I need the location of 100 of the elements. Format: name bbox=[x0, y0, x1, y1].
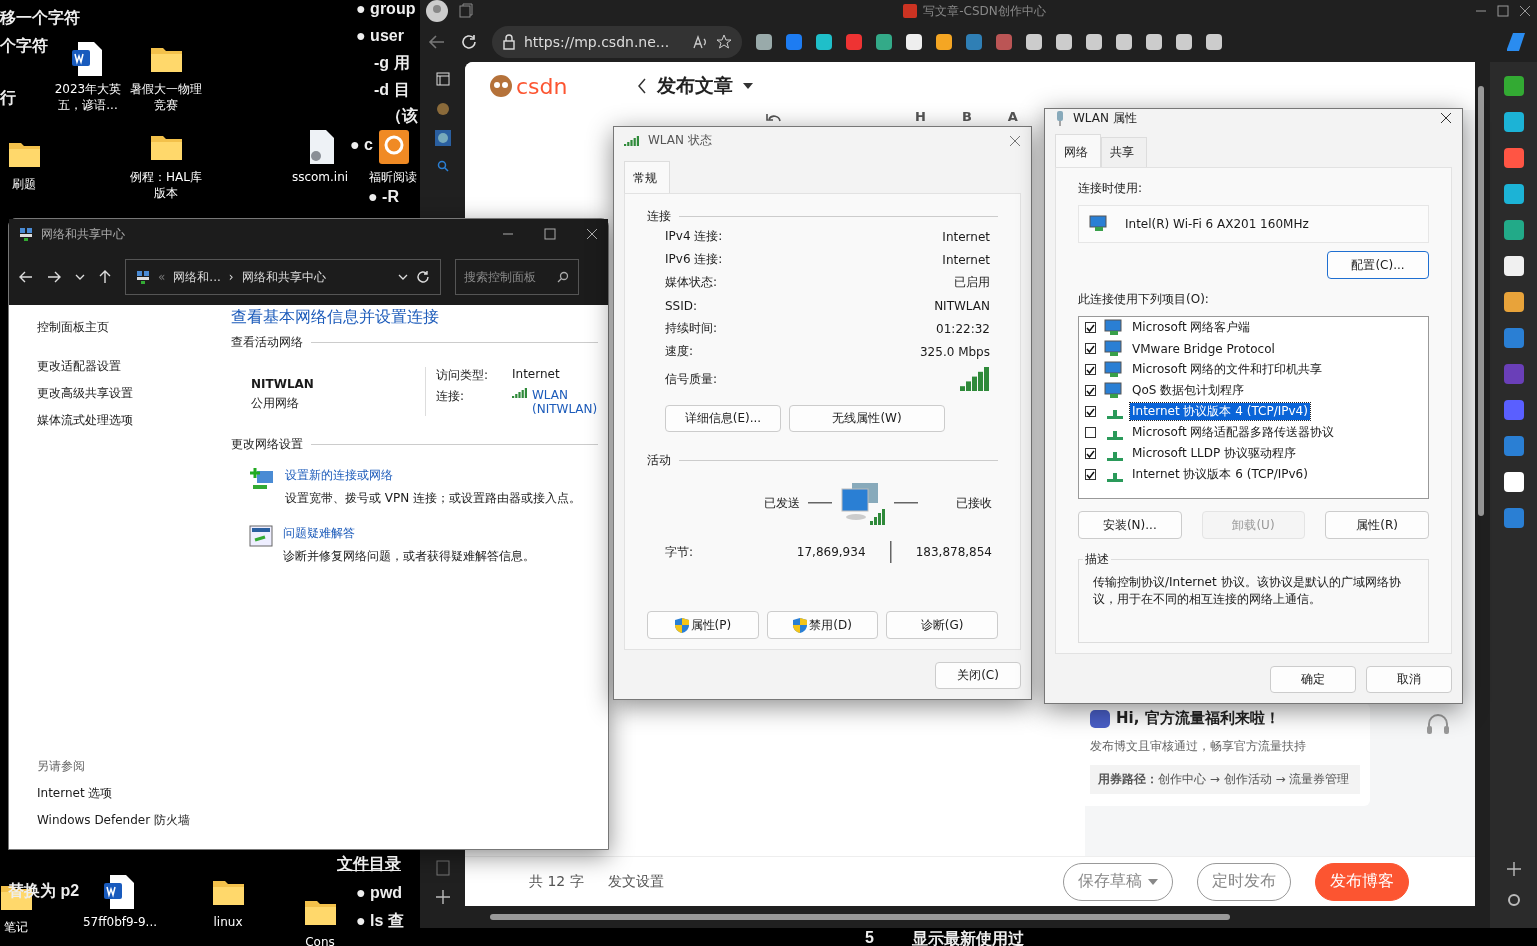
tab[interactable]: 常规 bbox=[624, 161, 670, 193]
headset-icon[interactable] bbox=[1426, 713, 1450, 735]
configure-button[interactable]: 配置(C)... bbox=[1327, 251, 1429, 279]
app-icon[interactable] bbox=[1503, 256, 1524, 276]
list-item[interactable]: Microsoft 网络适配器多路传送器协议 bbox=[1130, 424, 1337, 441]
toolbar-letter[interactable]: A bbox=[1007, 110, 1018, 124]
close-icon[interactable] bbox=[1519, 5, 1531, 17]
refresh-icon[interactable] bbox=[416, 270, 430, 284]
extension-icon[interactable] bbox=[786, 34, 802, 50]
dialog-button[interactable]: 诊断(G) bbox=[886, 611, 998, 639]
icon-label[interactable]: 57ff0bf9-9... bbox=[82, 914, 158, 931]
add-icon[interactable] bbox=[435, 890, 450, 904]
sidebar-panel-icon[interactable] bbox=[435, 72, 450, 86]
app-icon[interactable] bbox=[1503, 112, 1524, 132]
icon-label[interactable]: linux bbox=[213, 914, 243, 931]
extension-icon[interactable] bbox=[846, 34, 862, 50]
tab[interactable]: 网络 bbox=[1055, 134, 1101, 167]
forward-icon[interactable] bbox=[47, 271, 61, 283]
components-list[interactable]: Microsoft 网络客户端 VMware Bridge Protocol Microsoft 网络的文件和打印机共享 QoS 数据包计划程序 Internet 协议版本 4 (TCP/IPv4) Microsoft 网络适配器多路传送器协议 Microsoft LLDP 协议驱动程序 Internet 协议版本 6 (TCP/IPv6) bbox=[1078, 316, 1429, 499]
close-icon[interactable] bbox=[586, 228, 598, 240]
breadcrumb-item[interactable]: 网络和... bbox=[173, 268, 221, 286]
icon-label[interactable]: sscom.ini bbox=[291, 169, 349, 186]
checkbox[interactable] bbox=[1085, 364, 1096, 375]
extension-icon[interactable] bbox=[906, 34, 922, 50]
read-aloud-icon[interactable] bbox=[692, 34, 708, 50]
app-icon[interactable] bbox=[1503, 184, 1524, 204]
dialog-button[interactable]: 无线属性(W) bbox=[789, 405, 945, 432]
toolbar-letter[interactable]: H bbox=[915, 110, 926, 124]
checkbox[interactable] bbox=[1085, 322, 1096, 333]
checkbox[interactable] bbox=[1085, 469, 1096, 480]
back-chevron-icon[interactable] bbox=[637, 78, 648, 94]
address-bar[interactable]: https://mp.csdn.ne... bbox=[492, 26, 742, 58]
list-item[interactable]: Microsoft 网络的文件和打印机共享 bbox=[1130, 361, 1325, 378]
refresh-icon[interactable] bbox=[460, 33, 478, 51]
list-item[interactable]: Microsoft LLDP 协议驱动程序 bbox=[1130, 445, 1299, 462]
footer-button[interactable]: 定时发布 bbox=[1197, 862, 1291, 901]
sidebar-link[interactable]: 控制面板主页 bbox=[37, 319, 231, 336]
dialog-button[interactable]: 禁用(D) bbox=[766, 611, 879, 639]
list-item[interactable]: VMware Bridge Protocol bbox=[1130, 341, 1277, 356]
close-button[interactable]: 关闭(C) bbox=[935, 662, 1021, 689]
chevron-down-icon[interactable] bbox=[398, 274, 408, 280]
toolbar-letter[interactable]: B bbox=[961, 110, 972, 124]
extension-icon[interactable] bbox=[936, 34, 952, 50]
extension-icon[interactable] bbox=[1086, 34, 1102, 50]
checkbox[interactable] bbox=[1085, 448, 1096, 459]
dialog-button[interactable]: 详细信息(E)... bbox=[665, 405, 781, 432]
extension-icon[interactable] bbox=[816, 34, 832, 50]
icon-label[interactable]: 笔记 bbox=[4, 919, 28, 936]
sidebar-link[interactable]: Internet 选项 bbox=[37, 785, 231, 802]
extension-icon[interactable] bbox=[966, 34, 982, 50]
connection-link[interactable]: WLAN (NITWLAN) bbox=[532, 388, 598, 416]
dialog-button[interactable]: 属性(R) bbox=[1325, 511, 1429, 539]
checkbox[interactable] bbox=[1085, 406, 1096, 417]
icon-label[interactable]: 例程：HAL库版本 bbox=[128, 169, 204, 202]
list-item[interactable]: Internet 协议版本 4 (TCP/IPv4) bbox=[1130, 403, 1310, 420]
icon-label[interactable]: 暑假大一物理竞赛 bbox=[128, 81, 204, 114]
profile-icon[interactable] bbox=[426, 0, 448, 22]
dialog-button[interactable]: 安装(N)... bbox=[1078, 511, 1182, 539]
icon-label[interactable]: 2023年大英五，谚语... bbox=[50, 81, 126, 114]
checkbox[interactable] bbox=[1085, 343, 1096, 354]
maximize-icon[interactable] bbox=[1497, 5, 1509, 17]
extension-icon[interactable] bbox=[1206, 34, 1222, 50]
settings-icon[interactable] bbox=[1505, 892, 1522, 908]
extension-icon[interactable] bbox=[1026, 34, 1042, 50]
task-link[interactable]: 问题疑难解答 bbox=[283, 525, 535, 542]
chat-icon[interactable] bbox=[434, 130, 451, 146]
icon-label[interactable]: 福昕阅读 bbox=[369, 169, 417, 186]
extension-icon[interactable] bbox=[1056, 34, 1072, 50]
list-item[interactable]: Microsoft 网络客户端 bbox=[1130, 319, 1253, 336]
maximize-icon[interactable] bbox=[544, 228, 556, 240]
list-item[interactable]: QoS 数据包计划程序 bbox=[1130, 382, 1247, 399]
extension-icon[interactable] bbox=[1146, 34, 1162, 50]
close-icon[interactable] bbox=[1440, 112, 1452, 124]
extension-icon[interactable] bbox=[1116, 34, 1132, 50]
cancel-button[interactable]: 取消 bbox=[1366, 666, 1452, 693]
address-bar[interactable]: « 网络和... › 网络和共享中心 bbox=[125, 259, 441, 295]
app-icon[interactable] bbox=[1503, 292, 1524, 312]
search-field[interactable]: 搜索控制面板 bbox=[455, 259, 579, 295]
up-arrow-icon[interactable] bbox=[99, 270, 111, 284]
back-icon[interactable] bbox=[19, 271, 33, 283]
sidebar-link[interactable]: 媒体流式处理选项 bbox=[37, 412, 231, 429]
sidebar-link[interactable]: 更改高级共享设置 bbox=[37, 385, 231, 402]
add-icon[interactable] bbox=[1506, 862, 1521, 876]
tab[interactable]: 共享 bbox=[1101, 137, 1147, 167]
list-item[interactable]: Internet 协议版本 6 (TCP/IPv6) bbox=[1130, 466, 1310, 483]
footer-button[interactable]: 保存草稿 bbox=[1063, 862, 1173, 901]
checkbox[interactable] bbox=[1085, 427, 1096, 438]
ok-button[interactable]: 确定 bbox=[1270, 666, 1356, 693]
sidebar-link[interactable]: Windows Defender 防火墙 bbox=[37, 812, 231, 829]
acorn-icon[interactable] bbox=[434, 100, 451, 116]
extension-icon[interactable] bbox=[996, 34, 1012, 50]
tabs-icon[interactable] bbox=[458, 3, 474, 19]
checkbox[interactable] bbox=[1085, 385, 1096, 396]
dialog-button[interactable]: 属性(P) bbox=[647, 611, 759, 639]
chevron-down-icon[interactable] bbox=[75, 274, 85, 280]
icon-label[interactable]: Cons bbox=[305, 934, 335, 946]
favorite-star-icon[interactable] bbox=[716, 34, 732, 50]
extension-icon[interactable] bbox=[756, 34, 772, 50]
post-settings-link[interactable]: 发文设置 bbox=[607, 872, 664, 891]
task-link[interactable]: 设置新的连接或网络 bbox=[285, 467, 582, 484]
